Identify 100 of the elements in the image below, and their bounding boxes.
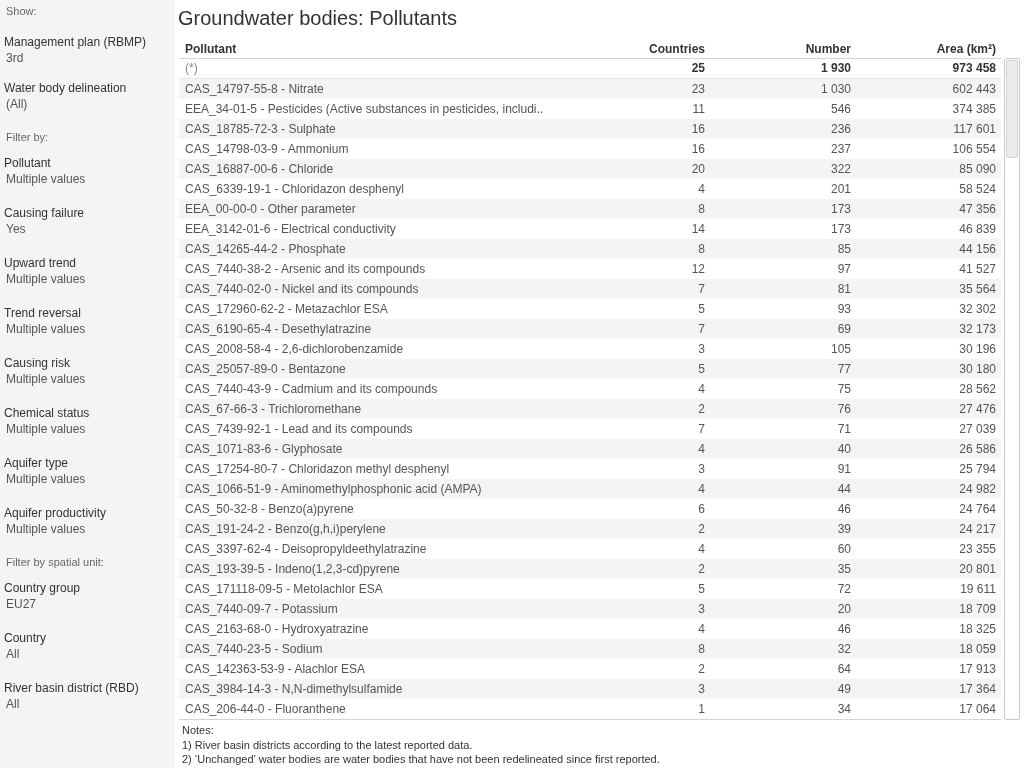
table-cell-text: CAS_193-39-5 - Indeno(1,2,3-cd)pyrene <box>184 561 401 578</box>
table-cell-text: 4 <box>697 541 706 558</box>
section-heading: Show: <box>5 4 37 19</box>
table-cell-text: 3 <box>697 341 706 358</box>
table-cell-text: 5 <box>697 301 706 318</box>
table-cell-text: 27 476 <box>958 401 997 418</box>
filter-value[interactable]: Multiple values <box>6 371 86 387</box>
filter-label: Country <box>4 630 47 646</box>
table-cell-text: 19 611 <box>959 581 997 598</box>
table-cell-text: 97 <box>836 261 852 278</box>
table-cell-text: 28 562 <box>958 381 997 398</box>
filter-value[interactable]: EU27 <box>6 596 37 612</box>
table-cell-text: CAS_206-44-0 - Fluoranthene <box>184 701 347 718</box>
table-cell-text: 117 601 <box>952 121 997 138</box>
table-cell-text: 4 <box>697 181 706 198</box>
table-cell-text: 5 <box>697 581 706 598</box>
table-cell-text: 18 709 <box>958 601 997 618</box>
filter-label: River basin district (RBD) <box>4 680 139 696</box>
table-cell-text: CAS_7440-43-9 - Cadmium and its compounds <box>184 381 439 398</box>
table-cell-text: 27 039 <box>958 421 997 438</box>
filter-value[interactable]: Multiple values <box>6 421 86 437</box>
table-cell-text: 72 <box>836 581 852 598</box>
table-cell-text: 40 <box>836 441 852 458</box>
table-cell-text: 6 <box>697 501 706 518</box>
table-cell-text: 35 564 <box>958 281 997 298</box>
table-cell-text: 4 <box>697 621 706 638</box>
filter-label: Management plan (RBMP) <box>4 34 147 50</box>
table-cell-text: 11 <box>691 101 706 118</box>
table-cell-text: CAS_2008-58-4 - 2,6-dichlorobenzamide <box>184 341 405 358</box>
table-cell-text: 49 <box>836 681 852 698</box>
table-cell-text: 237 <box>829 141 852 158</box>
table-cell-text: 46 <box>836 501 852 518</box>
table-cell-text: 3 <box>697 681 706 698</box>
table-cell-text: 14 <box>690 221 706 238</box>
table-cell-text: 30 196 <box>958 341 997 358</box>
table-cell-text: 105 <box>829 341 852 358</box>
scrollbar-thumb[interactable] <box>1006 60 1018 158</box>
table-cell-text: 24 217 <box>958 521 997 538</box>
table-cell-text: 2 <box>697 521 706 538</box>
table-cell-text: 69 <box>836 321 852 338</box>
table-cell-text: CAS_1066-51-9 - Aminomethylphosphonic acid (AMPA) <box>184 481 483 498</box>
table-cell-text: 5 <box>697 361 706 378</box>
table-cell-text: CAS_14798-03-9 - Ammonium <box>184 141 350 158</box>
table-cell-text: 4 <box>697 381 706 398</box>
table-cell-text: 34 <box>836 701 852 718</box>
filter-value[interactable]: Multiple values <box>6 521 86 537</box>
table-cell-text: EEA_34-01-5 - Pesticides (Active substances in pesticides, includi.. <box>184 101 545 118</box>
filter-label: Water body delineation <box>4 80 127 96</box>
table-cell-text: 17 064 <box>958 701 997 718</box>
table-cell-text: 77 <box>836 361 852 378</box>
table-cell-text: 3 <box>697 461 706 478</box>
table-cell-text: 4 <box>697 481 706 498</box>
filter-value[interactable]: Multiple values <box>6 271 86 287</box>
scrollbar[interactable] <box>1004 58 1020 720</box>
filter-label: Aquifer productivity <box>4 505 107 521</box>
page-title: Groundwater bodies: Pollutants <box>178 6 458 31</box>
filter-value[interactable]: Multiple values <box>6 321 86 337</box>
filter-value[interactable]: All <box>6 646 20 662</box>
table-cell-text: CAS_3397-62-4 - Deisopropyldeethylatrazine <box>184 541 428 558</box>
filter-value[interactable]: Multiple values <box>6 171 86 187</box>
table-cell-text: 26 586 <box>958 441 997 458</box>
table-cell-text: CAS_191-24-2 - Benzo(g,h,i)perylene <box>184 521 387 538</box>
table-cell-text: 46 <box>836 621 852 638</box>
table-cell-text: 44 <box>836 481 852 498</box>
table-cell-text: CAS_16887-00-6 - Chloride <box>184 161 335 178</box>
table-cell-text: 32 302 <box>958 301 997 318</box>
table-cell-text: 8 <box>697 241 706 258</box>
table-cell-text: CAS_7440-09-7 - Potassium <box>184 601 339 618</box>
table-cell-text: 81 <box>836 281 852 298</box>
table-cell-text: 3 <box>697 601 706 618</box>
table-cell-text: CAS_67-66-3 - Trichloromethane <box>184 401 363 418</box>
column-header: Number <box>804 41 852 58</box>
table-cell-text: 58 524 <box>958 181 997 198</box>
total-cell-text: 973 458 <box>951 60 997 77</box>
table-cell-text: 76 <box>836 401 852 418</box>
table-cell-text: 20 <box>690 161 706 178</box>
table-cell-text: 2 <box>697 661 706 678</box>
table-cell-text: 2 <box>697 401 706 418</box>
table-cell-text: 20 <box>836 601 852 618</box>
table-cell-text: CAS_1071-83-6 - Glyphosate <box>184 441 344 458</box>
table-cell-text: 1 <box>697 701 706 718</box>
table-cell-text: 602 443 <box>951 81 997 98</box>
table-cell-text: 18 325 <box>958 621 997 638</box>
filter-value[interactable]: (All) <box>6 96 28 112</box>
table-cell-text: CAS_172960-62-2 - Metazachlor ESA <box>184 301 389 318</box>
filter-label: Pollutant <box>4 155 51 171</box>
table-cell-text: 17 913 <box>958 661 997 678</box>
table-cell-text: 236 <box>829 121 852 138</box>
table-cell-text: 93 <box>836 301 852 318</box>
filter-value[interactable]: 3rd <box>6 50 24 66</box>
table-cell-text: 64 <box>836 661 852 678</box>
column-header: Area (km²) <box>935 41 997 58</box>
filter-value[interactable]: All <box>6 696 20 712</box>
table-cell-text: 322 <box>829 161 852 178</box>
filter-value[interactable]: Multiple values <box>6 471 86 487</box>
filter-value[interactable]: Yes <box>6 221 26 237</box>
table-cell-text: 7 <box>697 321 706 338</box>
table-cell-text: 85 090 <box>958 161 997 178</box>
table-cell-text: 16 <box>690 141 706 158</box>
table-cell-text: EEA_00-00-0 - Other parameter <box>184 201 357 218</box>
